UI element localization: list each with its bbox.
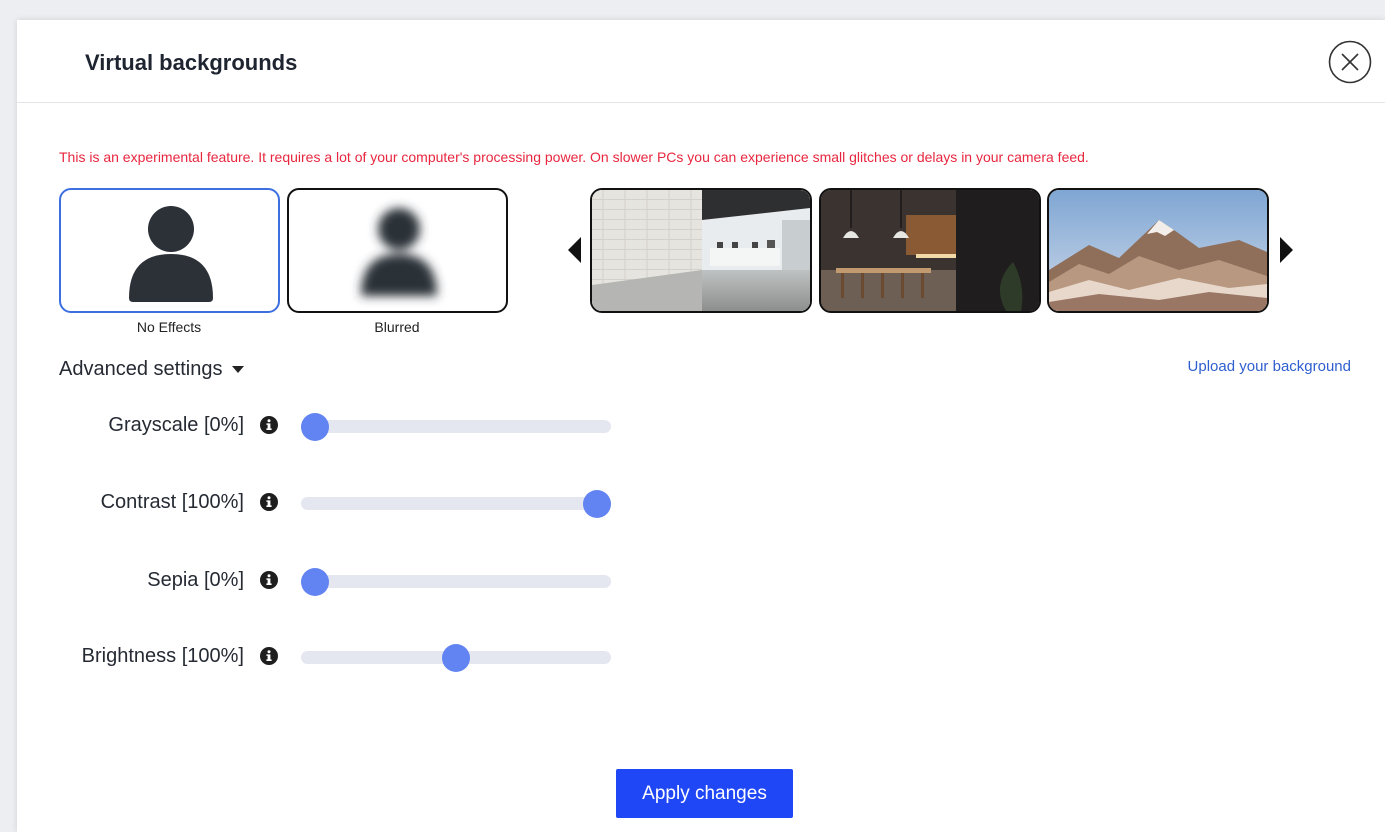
- grayscale-label: Grayscale [0%]: [108, 414, 244, 436]
- kitchen-image: [821, 190, 1039, 311]
- modal-header: Virtual backgrounds: [17, 20, 1385, 103]
- blurred-person-icon: [361, 208, 437, 296]
- brightness-setting: Brightness [100%]: [17, 637, 637, 677]
- sepia-slider-thumb[interactable]: [301, 568, 329, 596]
- background-office[interactable]: [590, 188, 812, 313]
- blurred-option[interactable]: [287, 188, 508, 313]
- blurred-label: Blurred: [374, 319, 420, 335]
- grayscale-setting: Grayscale [0%]: [17, 406, 637, 446]
- info-icon[interactable]: [260, 493, 278, 511]
- advanced-settings-label: Advanced settings: [59, 358, 223, 380]
- sepia-setting: Sepia [0%]: [17, 561, 637, 601]
- close-icon[interactable]: [1328, 40, 1372, 84]
- experimental-warning: This is an experimental feature. It requ…: [59, 149, 1089, 165]
- office-image: [592, 190, 810, 311]
- brightness-label: Brightness [100%]: [81, 645, 244, 667]
- carousel-right-arrow-icon[interactable]: [1279, 237, 1293, 263]
- info-icon[interactable]: [260, 647, 278, 665]
- no-effects-option[interactable]: [59, 188, 280, 313]
- background-mountains[interactable]: [1047, 188, 1269, 313]
- carousel-left-arrow-icon[interactable]: [568, 237, 582, 263]
- info-icon[interactable]: [260, 416, 278, 434]
- upload-background-link[interactable]: Upload your background: [1188, 358, 1351, 375]
- person-icon: [129, 206, 213, 302]
- brightness-slider-thumb[interactable]: [442, 644, 470, 672]
- sepia-slider[interactable]: [301, 568, 611, 596]
- grayscale-slider[interactable]: [301, 413, 611, 441]
- contrast-setting: Contrast [100%]: [17, 483, 637, 523]
- modal-title: Virtual backgrounds: [85, 50, 298, 75]
- contrast-slider[interactable]: [301, 490, 611, 518]
- grayscale-slider-thumb[interactable]: [301, 413, 329, 441]
- no-effects-label: No Effects: [136, 319, 202, 335]
- mountains-image: [1049, 190, 1267, 311]
- info-icon[interactable]: [260, 571, 278, 589]
- sepia-label: Sepia [0%]: [147, 569, 244, 591]
- apply-changes-button[interactable]: Apply changes: [616, 769, 793, 818]
- contrast-label: Contrast [100%]: [100, 491, 244, 513]
- contrast-slider-thumb[interactable]: [583, 490, 611, 518]
- advanced-settings-toggle[interactable]: Advanced settings: [59, 358, 245, 381]
- background-kitchen[interactable]: [819, 188, 1041, 313]
- virtual-backgrounds-modal: Virtual backgrounds This is an experimen…: [17, 20, 1385, 832]
- caret-down-icon: [232, 365, 245, 373]
- brightness-slider[interactable]: [301, 644, 611, 672]
